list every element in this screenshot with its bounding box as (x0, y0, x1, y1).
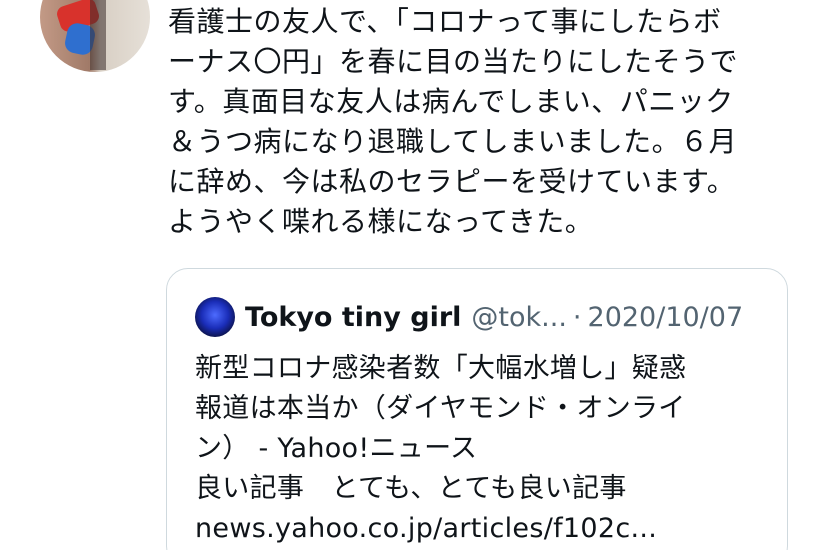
quoted-tweet-text: 新型コロナ感染者数「大幅水増し」疑惑 報道は本当か（ダイヤモンド・オンライ ン）… (195, 353, 687, 544)
tweet[interactable]: 看護士の友人で、「コロナって事にしたらボ ーナス〇円」を春に目の当たりにしたそう… (0, 0, 828, 550)
quoted-tweet-date[interactable]: 2020/10/07 (588, 302, 744, 333)
quoted-tweet-header: Tokyo tiny girl @tok... · 2020/10/07 (195, 297, 743, 337)
header-separator: · (572, 301, 582, 333)
quoted-tweet-card[interactable]: Tokyo tiny girl @tok... · 2020/10/07 新型コ… (166, 268, 788, 550)
author-avatar[interactable] (40, 0, 150, 72)
avatar-shadow (90, 0, 106, 70)
tweet-text: 看護士の友人で、「コロナって事にしたらボ ーナス〇円」を春に目の当たりにしたそう… (168, 5, 739, 238)
quoted-author-avatar[interactable] (195, 297, 235, 337)
quoted-author-handle[interactable]: @tok... (471, 302, 567, 333)
quoted-author-name[interactable]: Tokyo tiny girl (245, 302, 461, 333)
